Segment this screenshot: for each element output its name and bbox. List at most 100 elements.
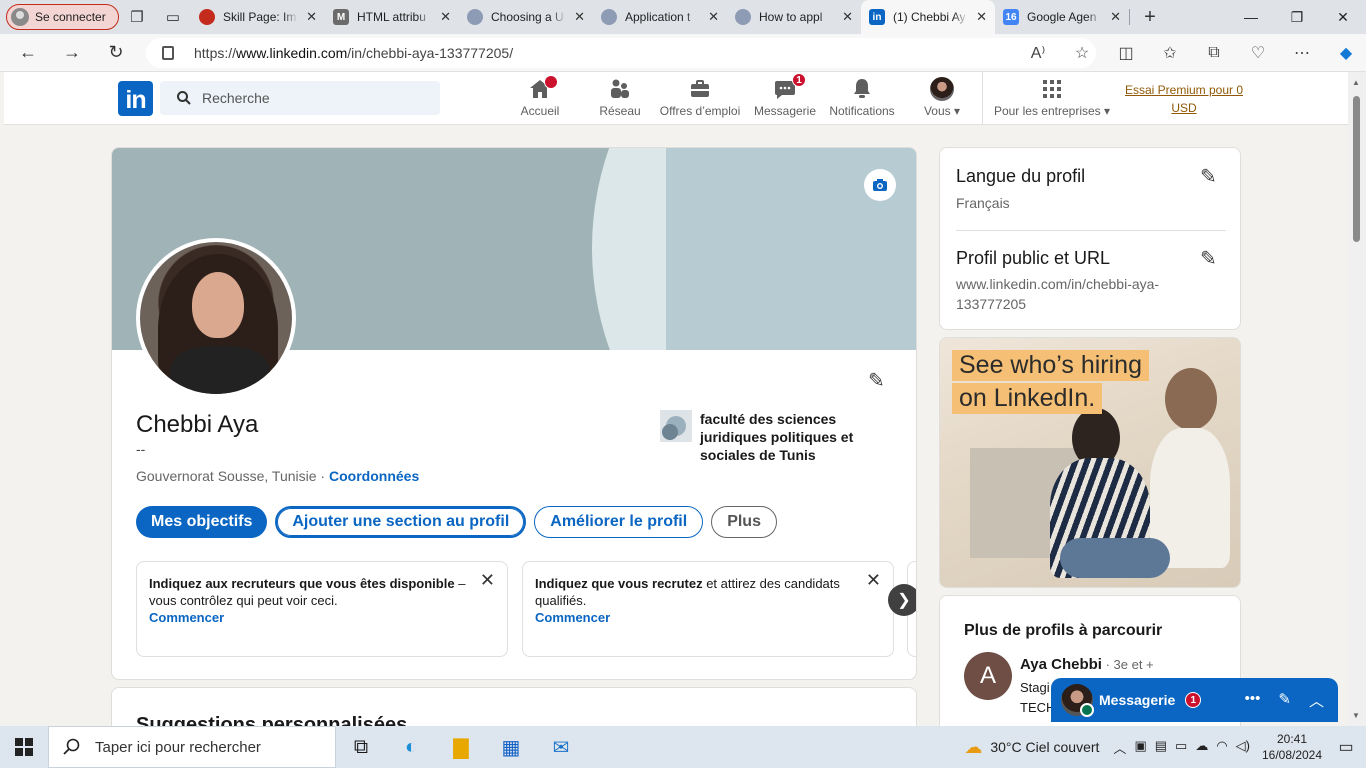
read-aloud-icon[interactable]: A⁾ <box>1016 43 1060 63</box>
favorites-icon[interactable]: ✩ <box>1148 43 1192 63</box>
compose-icon[interactable]: ✎ <box>1278 690 1291 711</box>
person-avatar[interactable]: A <box>964 652 1012 700</box>
split-screen-icon[interactable]: ◫ <box>1104 43 1148 63</box>
battery-icon[interactable]: ▭ <box>1175 738 1187 757</box>
windows-logo-icon <box>15 738 33 756</box>
minimize-icon[interactable]: — <box>1228 0 1274 34</box>
browser-tab[interactable]: M HTML attribu ✕ <box>325 0 459 34</box>
tab-title: HTML attribu <box>357 10 426 24</box>
close-tab-icon[interactable]: ✕ <box>306 9 317 25</box>
profile-language-value: Français <box>956 195 1010 211</box>
clock[interactable]: 20:41 16/08/2024 <box>1258 731 1326 763</box>
premium-trial-link[interactable]: Essai Premium pour 0 USD <box>1124 81 1244 117</box>
tray-app-icon[interactable]: ▣ <box>1134 738 1146 757</box>
scroll-up-icon[interactable]: ▲ <box>1352 78 1360 87</box>
restore-icon[interactable]: ❐ <box>1274 0 1320 34</box>
workspaces-icon[interactable]: ❐ <box>119 3 155 31</box>
edge-browser-icon[interactable]: ◐ <box>386 726 436 768</box>
linkedin-logo-icon[interactable]: in <box>118 81 153 116</box>
close-icon[interactable]: ✕ <box>480 571 495 589</box>
profile-photo[interactable] <box>136 238 296 398</box>
task-view-icon[interactable]: ⧉ <box>336 726 386 768</box>
hiring-ad-banner[interactable]: See who’s hiring on LinkedIn. <box>939 337 1241 588</box>
nav-label: Réseau <box>599 104 641 118</box>
favorite-star-icon[interactable]: ☆ <box>1060 43 1104 63</box>
edit-intro-pencil-icon[interactable]: ✎ <box>868 368 885 393</box>
start-link[interactable]: Commencer <box>535 609 853 626</box>
close-tab-icon[interactable]: ✕ <box>1110 9 1121 25</box>
browser-tab[interactable]: Choosing a U ✕ <box>459 0 593 34</box>
messaging-overlay-bar[interactable]: Messagerie 1 ••• ✎ ︿ <box>1051 678 1338 722</box>
file-explorer-icon[interactable]: ▇ <box>436 726 486 768</box>
carousel-next-button[interactable]: ❯ <box>888 584 916 616</box>
close-window-icon[interactable]: ✕ <box>1320 0 1366 34</box>
public-profile-title: Profil public et URL <box>956 248 1111 268</box>
improve-profile-button[interactable]: Améliorer le profil <box>534 506 704 538</box>
ad-person-legs <box>1060 538 1170 578</box>
profile-education[interactable]: faculté des sciences juridiques politiqu… <box>660 410 900 464</box>
scroll-down-icon[interactable]: ▼ <box>1352 711 1360 720</box>
close-icon[interactable]: ✕ <box>866 571 881 589</box>
close-tab-icon[interactable]: ✕ <box>976 9 987 25</box>
edit-url-pencil-icon[interactable]: ✎ <box>1200 246 1217 271</box>
edit-language-pencil-icon[interactable]: ✎ <box>1200 164 1217 189</box>
start-link[interactable]: Commencer <box>149 609 467 626</box>
url-field[interactable]: https://www.linkedin.com/in/chebbi-aya-1… <box>146 38 1096 68</box>
ad-headline-1: See who’s hiring <box>952 350 1149 381</box>
start-button[interactable] <box>0 738 48 756</box>
show-hidden-icons-chevron-icon[interactable]: ︿ <box>1113 738 1126 757</box>
url-domain: www.linkedin.com <box>236 45 348 61</box>
clock-date: 16/08/2024 <box>1261 748 1323 762</box>
add-profile-section-button[interactable]: Ajouter une section au profil <box>275 506 527 538</box>
tab-actions-icon[interactable]: ▭ <box>155 3 191 31</box>
browser-tab[interactable]: 16 Google Agen ✕ <box>995 0 1129 34</box>
refresh-icon[interactable]: ↻ <box>94 42 138 63</box>
skill-page-favicon-icon <box>199 9 215 25</box>
browser-tab-active[interactable]: in (1) Chebbi Ay ✕ <box>861 0 995 34</box>
close-tab-icon[interactable]: ✕ <box>440 9 451 25</box>
close-tab-icon[interactable]: ✕ <box>842 9 853 25</box>
copilot-icon[interactable]: ◆ <box>1324 43 1366 63</box>
header-divider <box>982 72 983 125</box>
contact-info-link[interactable]: Coordonnées <box>329 468 419 484</box>
scroll-thumb[interactable] <box>1353 96 1360 242</box>
browser-tab[interactable]: How to appl ✕ <box>727 0 861 34</box>
microsoft-store-icon[interactable]: ▦ <box>486 726 536 768</box>
notification-center-icon[interactable]: ▭ <box>1326 737 1366 757</box>
settings-menu-icon[interactable]: ⋯ <box>1280 43 1324 63</box>
collections-icon[interactable]: ⧉ <box>1192 44 1236 62</box>
browser-tab[interactable]: Skill Page: Im ✕ <box>191 0 325 34</box>
mail-icon[interactable]: ✉ <box>536 726 586 768</box>
weather-widget[interactable]: ☁ 30°C Ciel couvert <box>964 737 1099 758</box>
person-name[interactable]: Aya Chebbi · 3e et + <box>1020 656 1154 673</box>
back-icon[interactable]: ← <box>6 42 50 63</box>
forward-icon[interactable]: → <box>50 42 94 63</box>
my-goals-button[interactable]: Mes objectifs <box>136 506 268 538</box>
profile-language-card: Langue du profil ✎ Français Profil publi… <box>939 147 1241 330</box>
browser-tab[interactable]: Application t ✕ <box>593 0 727 34</box>
tray-app-icon[interactable]: ▤ <box>1155 738 1167 757</box>
more-options-icon[interactable]: ••• <box>1245 690 1261 711</box>
page-scrollbar[interactable]: ▲ ▼ <box>1348 72 1366 726</box>
browser-profile-button[interactable]: Se connecter <box>6 4 119 30</box>
volume-icon[interactable]: ◁) <box>1236 738 1250 757</box>
close-tab-icon[interactable]: ✕ <box>708 9 719 25</box>
browser-essentials-icon[interactable]: ♡ <box>1236 43 1280 63</box>
nav-for-business[interactable]: Pour les entreprises ▾ <box>992 77 1112 118</box>
nav-jobs[interactable]: Offres d’emploi <box>656 77 744 118</box>
wifi-icon[interactable]: ◠ <box>1216 738 1227 757</box>
taskbar-search-input[interactable]: Taper ici pour rechercher <box>48 726 336 768</box>
search-input[interactable]: Recherche <box>160 81 440 115</box>
nav-messaging[interactable]: 1 Messagerie <box>750 73 820 118</box>
close-tab-icon[interactable]: ✕ <box>574 9 585 25</box>
chevron-up-icon[interactable]: ︿ <box>1309 690 1324 711</box>
more-button[interactable]: Plus <box>711 506 777 538</box>
edit-banner-button[interactable] <box>864 169 896 201</box>
cloud-sync-icon[interactable]: ☁ <box>1195 738 1208 757</box>
nav-notifications[interactable]: Notifications <box>826 77 898 118</box>
new-tab-icon[interactable]: + <box>1130 6 1170 29</box>
nav-me[interactable]: Vous ▾ <box>916 77 968 118</box>
chevron-right-icon: ❯ <box>897 592 911 609</box>
nav-network[interactable]: Réseau <box>596 77 644 118</box>
nav-home[interactable]: Accueil <box>516 75 564 118</box>
